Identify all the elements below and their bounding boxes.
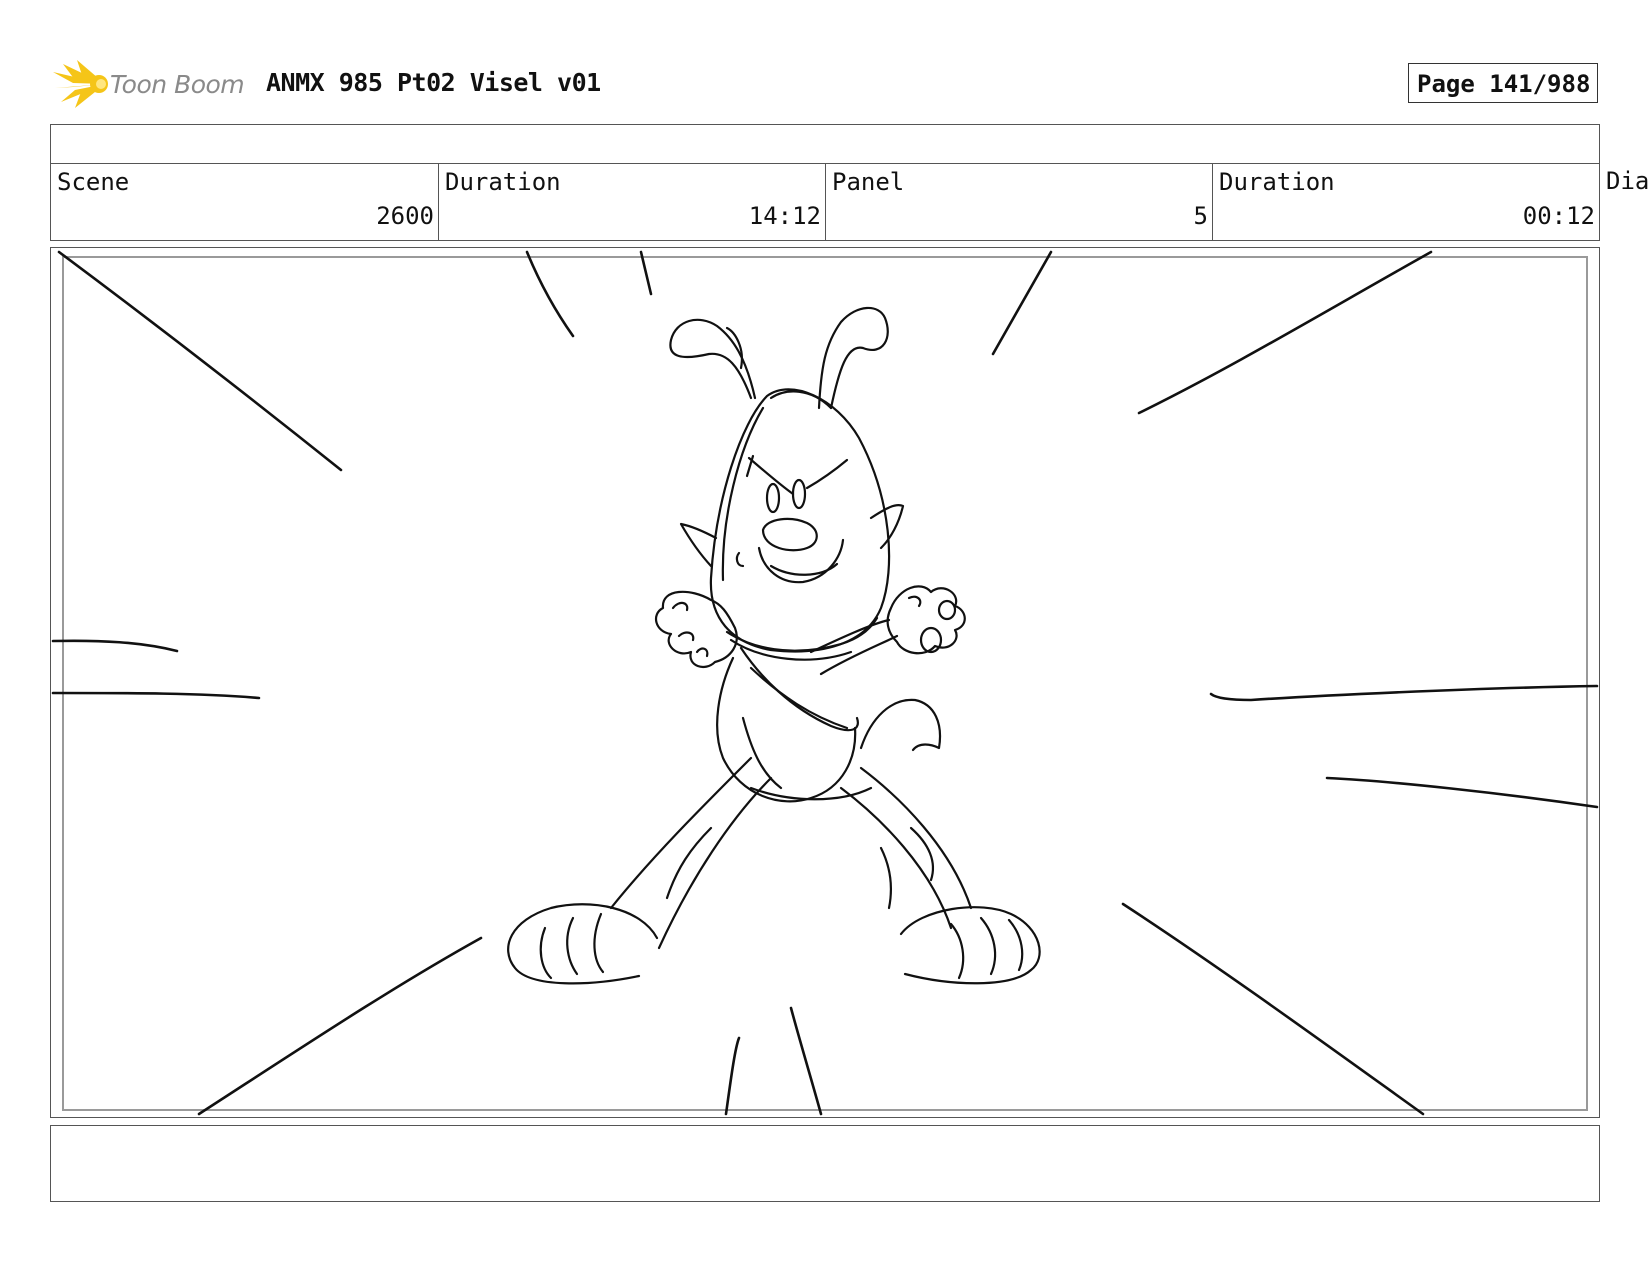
scene-cell: Scene 2600 <box>51 164 438 240</box>
document-title: ANMX 985 Pt02 Visel v01 <box>266 68 601 97</box>
panel-duration-value: 00:12 <box>1522 202 1595 230</box>
scene-duration-cell: Duration 14:12 <box>438 164 825 240</box>
panel-value: 5 <box>1193 202 1208 230</box>
storyboard-panel <box>50 247 1600 1118</box>
scene-duration-label: Duration <box>445 168 561 196</box>
toon-boom-logo: Toon Boom <box>53 58 253 110</box>
panel-notes-box <box>50 1125 1600 1202</box>
page-indicator: Page 141/988 <box>1408 63 1598 103</box>
dialogue-label: Dia <box>1606 167 1650 195</box>
storyboard-header: Toon Boom ANMX 985 Pt02 Visel v01 Page 1… <box>50 56 1600 112</box>
starburst-icon <box>53 60 108 108</box>
top-strip <box>50 124 1600 163</box>
panel-duration-cell: Duration 00:12 <box>1212 164 1599 240</box>
scene-info-row: Scene 2600 Duration 14:12 Panel 5 Durati… <box>50 163 1600 241</box>
scene-duration-value: 14:12 <box>748 202 821 230</box>
scene-value: 2600 <box>376 202 434 230</box>
page-number: Page 141/988 <box>1417 70 1591 98</box>
character-figure <box>507 306 1041 985</box>
panel-label: Panel <box>832 168 905 196</box>
scene-label: Scene <box>57 168 130 196</box>
dialogue-cell-partial: Dia <box>1604 163 1650 203</box>
panel-cell: Panel 5 <box>825 164 1212 240</box>
panel-sketch-image <box>51 250 1599 1116</box>
speed-lines <box>51 250 1599 1116</box>
logo-text: Toon Boom <box>110 70 245 99</box>
panel-duration-label: Duration <box>1219 168 1335 196</box>
